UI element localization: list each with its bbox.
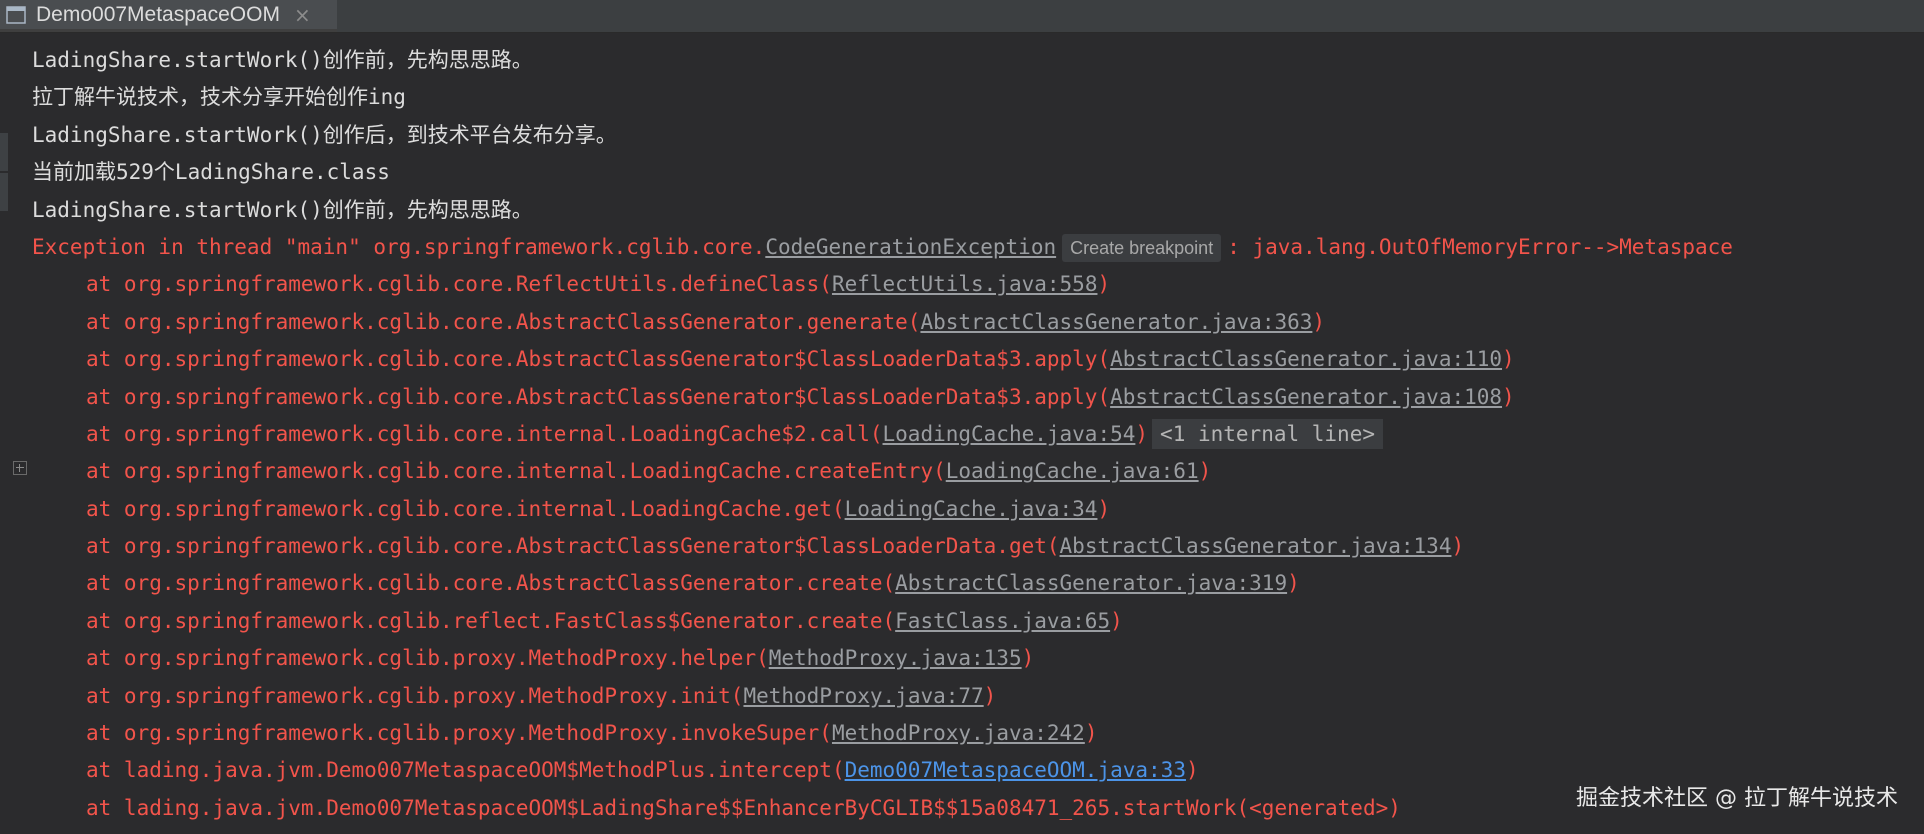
frame-method: at org.springframework.cglib.core.Abstra… (86, 384, 1111, 409)
source-link[interactable]: AbstractClassGenerator.java:110 (1110, 347, 1502, 371)
frame-close-paren: ) (1502, 347, 1515, 372)
frame-close-paren: ) (1135, 421, 1149, 446)
stack-frame: at org.springframework.cglib.proxy.Metho… (32, 640, 1924, 677)
source-link[interactable]: FastClass.java:65 (895, 609, 1110, 633)
source-link[interactable]: AbstractClassGenerator.java:134 (1060, 534, 1452, 558)
stack-frame: at org.springframework.cglib.core.intern… (32, 453, 1924, 490)
exception-line: Exception in thread "main" org.springfra… (32, 229, 1924, 266)
stdout-line: LadingShare.startWork()创作前，先构思思路。 (32, 48, 533, 72)
stack-frame: at org.springframework.cglib.core.Abstra… (32, 565, 1924, 602)
collapsed-frames-toggle[interactable]: <1 internal line> (1152, 418, 1383, 449)
frame-close-paren: ) (1084, 721, 1098, 746)
tab-title: Demo007MetaspaceOOM (36, 2, 280, 26)
close-icon[interactable]: × (294, 3, 311, 27)
frame-method: at lading.java.jvm.Demo007MetaspaceOOM$L… (86, 795, 1401, 820)
source-link[interactable]: LoadingCache.java:54 (883, 422, 1136, 446)
frame-close-paren: ) (1198, 459, 1212, 484)
frame-close-paren: ) (1451, 534, 1465, 559)
frame-method: at org.springframework.cglib.proxy.Metho… (86, 646, 769, 671)
stack-frame: at org.springframework.cglib.core.intern… (32, 416, 1924, 453)
frame-method: at org.springframework.cglib.core.Abstra… (86, 534, 1060, 559)
stdout-line: LadingShare.startWork()创作前，先构思思路。 (32, 197, 533, 222)
frame-close-paren: ) (1097, 272, 1111, 297)
stack-frame: at org.springframework.cglib.core.intern… (32, 491, 1924, 528)
exception-suffix: : java.lang.OutOfMemoryError-->Metaspace (1227, 234, 1733, 259)
stack-frame: at org.springframework.cglib.core.Abstra… (32, 379, 1924, 416)
frame-method: at org.springframework.cglib.core.intern… (86, 496, 845, 521)
tab-bar: Demo007MetaspaceOOM × (0, 0, 1924, 33)
frame-method: at org.springframework.cglib.core.Abstra… (86, 571, 896, 596)
frame-method: at org.springframework.cglib.proxy.Metho… (86, 683, 744, 708)
create-breakpoint-hint[interactable]: Create breakpoint (1062, 233, 1222, 262)
console-output: LadingShare.startWork()创作前，先构思思路。 拉丁解牛说技… (32, 42, 1924, 827)
stack-frame: at org.springframework.cglib.core.Abstra… (32, 341, 1924, 378)
gutter-marker (0, 173, 8, 211)
stack-frame: at org.springframework.cglib.proxy.Metho… (32, 678, 1924, 715)
console-window-icon (6, 5, 26, 24)
tab-run-console[interactable]: Demo007MetaspaceOOM × (0, 0, 337, 32)
frame-close-paren: ) (983, 683, 997, 708)
frame-method: at org.springframework.cglib.core.intern… (86, 421, 883, 446)
stdout-line: LadingShare.startWork()创作后，到技术平台发布分享。 (32, 122, 617, 147)
frame-close-paren: ) (1185, 758, 1199, 783)
frame-close-paren: ) (1110, 608, 1123, 633)
source-link[interactable]: LoadingCache.java:34 (845, 497, 1098, 521)
stdout-line: 当前加载529个LadingShare.class (32, 160, 390, 185)
frame-close-paren: ) (1312, 309, 1326, 334)
source-link[interactable]: MethodProxy.java:135 (769, 646, 1022, 670)
frame-close-paren: ) (1502, 384, 1515, 409)
source-link[interactable]: MethodProxy.java:242 (832, 721, 1085, 745)
exception-prefix: Exception in thread "main" org.springfra… (32, 234, 766, 259)
source-link[interactable]: LoadingCache.java:61 (946, 459, 1199, 483)
stdout-line: 拉丁解牛说技术，技术分享开始创作ing (32, 85, 406, 110)
source-link[interactable]: MethodProxy.java:77 (743, 684, 983, 708)
source-link[interactable]: AbstractClassGenerator.java:108 (1110, 385, 1502, 409)
frame-close-paren: ) (1097, 496, 1111, 521)
frame-close-paren: ) (1287, 571, 1300, 596)
source-link[interactable]: AbstractClassGenerator.java:363 (920, 310, 1312, 334)
source-link[interactable]: AbstractClassGenerator.java:319 (895, 571, 1287, 595)
exception-class-link[interactable]: CodeGenerationException (765, 235, 1056, 259)
frame-method: at org.springframework.cglib.core.intern… (86, 459, 946, 484)
watermark: 掘金技术社区 @ 拉丁解牛说技术 (1576, 786, 1898, 811)
frame-method: at org.springframework.cglib.reflect.Fas… (86, 608, 896, 633)
stack-frame: at org.springframework.cglib.core.Abstra… (32, 304, 1924, 341)
frame-method: at org.springframework.cglib.core.Reflec… (86, 272, 832, 297)
console-gutter (0, 33, 27, 834)
source-link[interactable]: Demo007MetaspaceOOM.java:33 (845, 758, 1186, 782)
stack-trace: at org.springframework.cglib.core.Reflec… (32, 266, 1924, 827)
gutter-marker (0, 133, 8, 171)
stack-frame: at org.springframework.cglib.proxy.Metho… (32, 715, 1924, 752)
expand-fold-icon[interactable] (13, 461, 27, 475)
frame-method: at org.springframework.cglib.core.Abstra… (86, 309, 921, 334)
stack-frame: at org.springframework.cglib.reflect.Fas… (32, 603, 1924, 640)
frame-method: at org.springframework.cglib.core.Abstra… (86, 347, 1111, 372)
frame-close-paren: ) (1021, 646, 1035, 671)
frame-method: at org.springframework.cglib.proxy.Metho… (86, 721, 832, 746)
source-link[interactable]: ReflectUtils.java:558 (832, 272, 1098, 296)
stack-frame: at org.springframework.cglib.core.Abstra… (32, 528, 1924, 565)
frame-method: at lading.java.jvm.Demo007MetaspaceOOM$M… (86, 758, 845, 783)
stack-frame: at org.springframework.cglib.core.Reflec… (32, 266, 1924, 303)
